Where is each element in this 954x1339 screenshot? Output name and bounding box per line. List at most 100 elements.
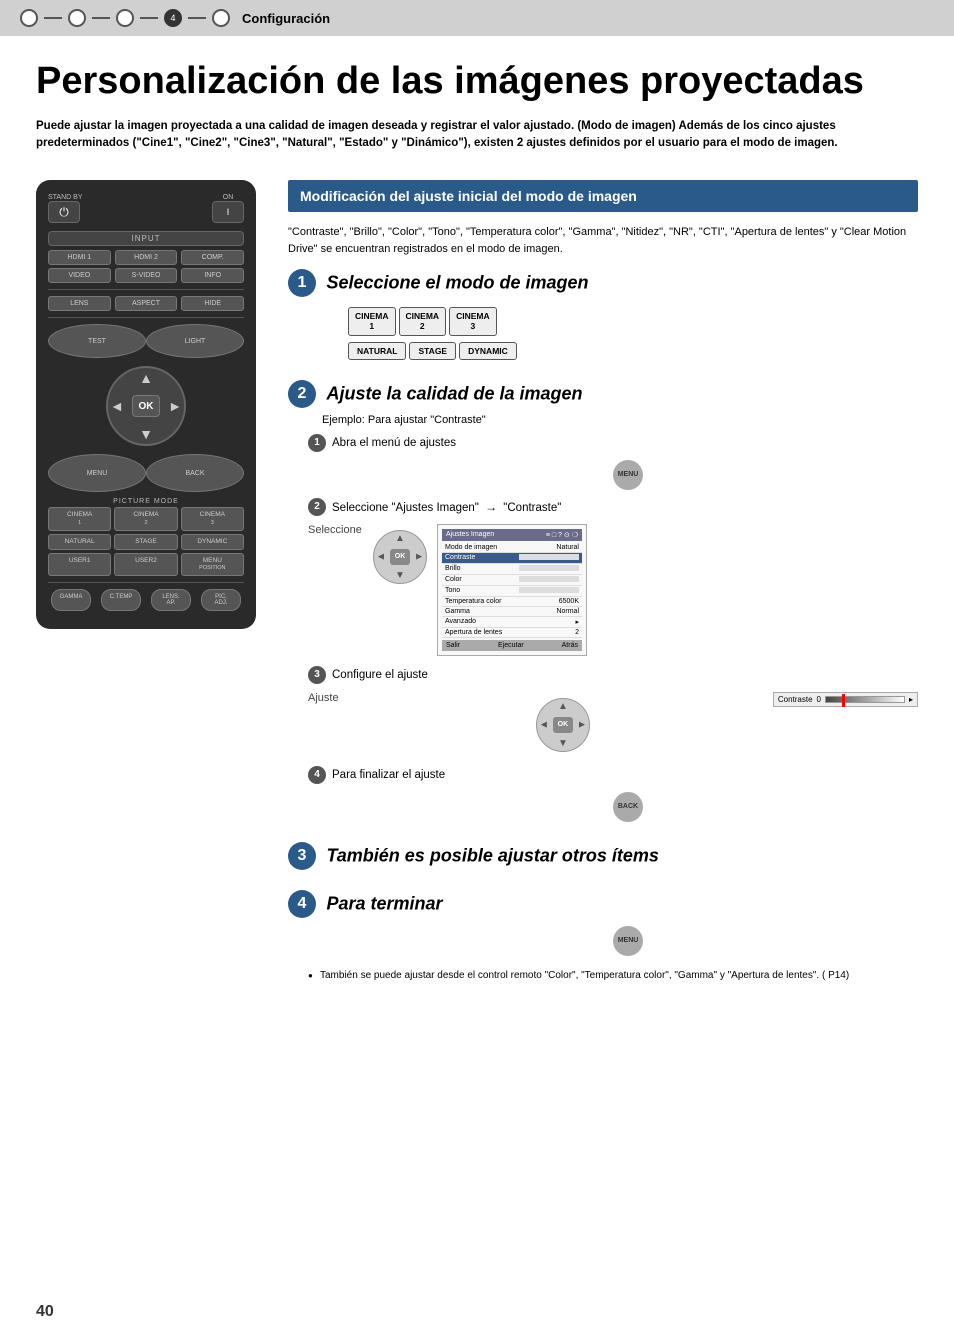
hdmi2-button[interactable]: HDMI 2 <box>115 250 178 265</box>
mini-left-2[interactable]: ◄ <box>376 551 386 562</box>
menu-back-row: MENU BACK <box>48 454 244 492</box>
contrast-arrow: ▸ <box>909 695 913 704</box>
mini-down-3[interactable]: ▼ <box>558 738 568 749</box>
cinema2-button[interactable]: CINEMA2 <box>114 507 177 531</box>
back-button[interactable]: BACK <box>146 454 244 492</box>
sp-color-bar <box>519 576 579 584</box>
dpad-container: ▲ ▼ ◄ ► OK <box>106 366 186 446</box>
menu-mini-button-step4[interactable]: MENU <box>613 926 643 956</box>
menu-button[interactable]: MENU <box>48 454 146 492</box>
mini-down-2[interactable]: ▼ <box>395 570 405 581</box>
sp-contraste-label: Contraste <box>445 554 475 562</box>
test-button[interactable]: TEST <box>48 324 146 358</box>
cinema3-button[interactable]: CINEMA3 <box>181 507 244 531</box>
contrast-marker <box>842 694 845 707</box>
page-number: 40 <box>36 1303 54 1321</box>
dpad-left[interactable]: ◄ <box>110 398 124 414</box>
lens-ap-button[interactable]: LENS.AP. <box>151 589 191 611</box>
video-button[interactable]: VIDEO <box>48 268 111 283</box>
section-intro: "Contraste", "Brillo", "Color", "Tono", … <box>288 224 918 257</box>
step4-block: 4 Para terminar MENU También se puede aj… <box>288 890 918 983</box>
mini-dpad-2: ▲ ▼ ◄ ► OK <box>373 524 427 590</box>
sp-header-title: Ajustes Imagen <box>446 531 494 538</box>
cinema1-button[interactable]: CINEMA1 <box>48 507 111 531</box>
cinema3-mode-button[interactable]: CINEMA3 <box>449 307 497 335</box>
sp-temp-label: Temperatura color <box>445 598 501 605</box>
sp-color-row: Color <box>442 575 582 586</box>
info-button[interactable]: INFO <box>181 268 244 283</box>
light-button[interactable]: LIGHT <box>146 324 244 358</box>
sp-mode-value: Natural <box>556 544 579 551</box>
separator-2 <box>48 317 244 318</box>
step2-dpad-row: Seleccione ▲ ▼ ◄ ► OK <box>308 524 918 656</box>
step-1-circle <box>20 9 38 27</box>
mini-ok-3[interactable]: OK <box>553 717 573 733</box>
mini-up-3[interactable]: ▲ <box>558 701 568 712</box>
dynamic-button[interactable]: DYNAMIC <box>181 534 244 550</box>
user1-button[interactable]: USER1 <box>48 553 111 577</box>
dpad-down[interactable]: ▼ <box>139 426 153 442</box>
mini-ok-2[interactable]: OK <box>390 549 410 565</box>
dpad-up[interactable]: ▲ <box>139 370 153 386</box>
aspect-button[interactable]: ASPECT <box>115 296 178 311</box>
menu-mini-button[interactable]: MENU <box>613 460 643 490</box>
seleccione-label: Seleccione <box>308 524 363 536</box>
settings-panel: Ajustes Imagen ≡ □ ? ⊙ ❍ Modo de imagen … <box>437 524 587 656</box>
step-4-circle: 4 <box>164 9 182 27</box>
step4-heading: 4 Para terminar <box>288 890 918 918</box>
standby-button[interactable]: ⏻ <box>48 201 80 223</box>
sp-brillo-label: Brillo <box>445 565 461 573</box>
section-header: Modificación del ajuste inicial del modo… <box>288 180 918 212</box>
mini-dpad-3: ▲ ▼ ◄ ► OK <box>536 698 590 752</box>
cinema1-mode-button[interactable]: CINEMA1 <box>348 307 396 335</box>
pic-adj-button[interactable]: PIC.ADJ. <box>201 589 241 611</box>
menu-position-button[interactable]: MENUPOSITION <box>181 553 244 577</box>
on-button[interactable]: I <box>212 201 244 223</box>
test-light-row: TEST LIGHT <box>48 324 244 358</box>
remote-control: STAND BY ⏻ ON I INPUT HDMI 1 HDMI 2 COMP… <box>36 180 256 629</box>
mini-right-2[interactable]: ► <box>414 551 424 562</box>
standby-label: STAND BY <box>48 194 83 201</box>
step2-number: 2 <box>288 380 316 408</box>
sp-contraste-row[interactable]: Contraste <box>442 553 582 564</box>
sp-footer-back: Atrás <box>562 642 578 649</box>
picture-mode-label: PICTURE MODE <box>48 498 244 505</box>
mini-left-3[interactable]: ◄ <box>539 719 549 730</box>
dpad-right[interactable]: ► <box>168 398 182 414</box>
natural-button[interactable]: NATURAL <box>48 534 111 550</box>
bottom-row: GAMMA C.TEMP LENS.AP. PIC.ADJ. <box>48 589 244 611</box>
step4-title: Para terminar <box>326 893 442 913</box>
mini-up-2[interactable]: ▲ <box>395 533 405 544</box>
step1-title: Seleccione el modo de imagen <box>326 273 588 293</box>
sub2-num: 2 <box>308 498 326 516</box>
cinema-buttons-row: CINEMA1 CINEMA2 CINEMA3 <box>348 307 918 335</box>
hdmi1-button[interactable]: HDMI 1 <box>48 250 111 265</box>
ctemp-button[interactable]: C.TEMP <box>101 589 141 611</box>
natural-mode-button[interactable]: NATURAL <box>348 342 406 360</box>
stage-mode-button[interactable]: STAGE <box>409 342 456 360</box>
cinema2-mode-button[interactable]: CINEMA2 <box>399 307 447 335</box>
lens-button[interactable]: LENS <box>48 296 111 311</box>
main-content: Personalización de las imágenes proyecta… <box>0 36 954 1033</box>
sub4-text: Para finalizar el ajuste <box>332 769 445 781</box>
contrast-bar <box>825 696 905 703</box>
contrast-display: Contraste 0 ▸ <box>773 692 918 707</box>
mini-right-3[interactable]: ► <box>577 719 587 730</box>
sp-temp-value: 6500K <box>559 598 579 605</box>
user2-button[interactable]: USER2 <box>114 553 177 577</box>
gamma-button[interactable]: GAMMA <box>51 589 91 611</box>
step3-number: 3 <box>288 842 316 870</box>
dynamic-mode-button[interactable]: DYNAMIC <box>459 342 517 360</box>
sub-step-3: 3 Configure el ajuste <box>308 666 918 684</box>
svideo-button[interactable]: S-VIDEO <box>115 268 178 283</box>
back-mini-button[interactable]: BACK <box>613 792 643 822</box>
comp-button[interactable]: COMP. <box>181 250 244 265</box>
step3-heading: 3 También es posible ajustar otros ítems <box>288 842 918 870</box>
sub3-num: 3 <box>308 666 326 684</box>
stage-button[interactable]: STAGE <box>114 534 177 550</box>
hide-button[interactable]: HIDE <box>181 296 244 311</box>
sp-footer-nav: Salir <box>446 642 460 649</box>
ajuste-label: Ajuste <box>308 692 363 704</box>
separator-1 <box>48 289 244 290</box>
ok-button[interactable]: OK <box>132 395 160 417</box>
